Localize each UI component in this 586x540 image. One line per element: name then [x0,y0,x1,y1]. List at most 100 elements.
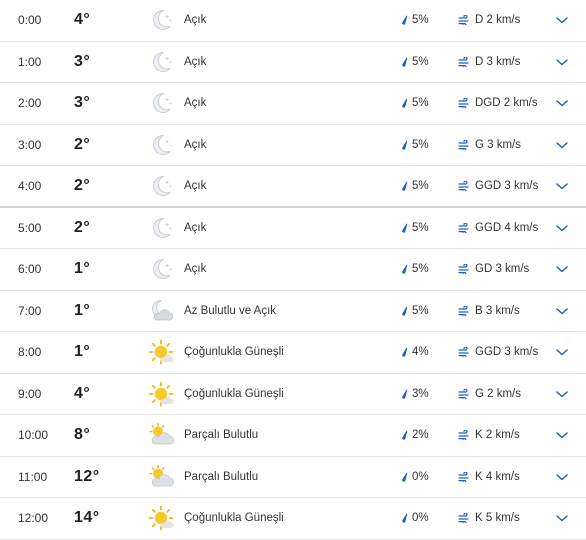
hour-label: 8:00 [18,345,42,360]
precipitation: 2% [401,429,429,441]
forecast-row[interactable]: 3:00 2° Açık 5% G 3 km/s [0,125,586,166]
hour-label: 9:00 [18,386,42,401]
chevron-down-icon[interactable] [555,430,569,440]
wind-value: K 2 km/s [475,429,520,442]
wind-icon [458,15,470,26]
chevron-down-icon[interactable] [555,306,569,316]
chevron-down-icon[interactable] [555,57,569,67]
precipitation-value: 5% [412,14,429,27]
temperature: 12° [74,467,100,485]
wind-value: GGD 3 km/s [475,346,539,359]
precipitation-value: 5% [412,138,429,151]
condition-text: Açık [184,97,207,110]
wind-icon [458,471,470,482]
wind-value: GGD 3 km/s [475,179,539,192]
wind-icon [458,139,470,150]
chevron-down-icon[interactable] [555,98,569,108]
wind: D 3 km/s [458,56,520,68]
hour-label: 3:00 [18,137,42,152]
precipitation: 5% [401,222,429,234]
chevron-down-icon[interactable] [555,15,569,25]
chevron-down-icon[interactable] [555,513,569,523]
temperature: 1° [74,260,91,278]
raindrop-icon [401,223,408,233]
wind-value: GGD 4 km/s [475,221,539,234]
condition-text: Az Bulutlu ve Açık [184,304,277,317]
sun-cloud-icon [147,421,175,449]
precipitation: 5% [401,14,429,26]
precipitation-value: 5% [412,97,429,110]
moon-cloud-icon [147,297,175,325]
precipitation: 5% [401,263,429,275]
raindrop-icon [401,513,408,523]
precipitation-value: 5% [412,179,429,192]
raindrop-icon [401,264,408,274]
wind-icon [458,264,470,275]
forecast-row[interactable]: 10:00 8° Parçalı Bulutlu 2% K 2 km/s [0,415,586,457]
forecast-row[interactable]: 8:00 1° Çoğunlukla Güneşli 4% GGD 3 km/s [0,332,586,374]
chevron-down-icon[interactable] [555,264,569,274]
hour-label: 5:00 [18,220,42,235]
wind-icon [458,98,470,109]
precipitation-value: 2% [412,429,429,442]
moon-clear-icon [147,48,175,76]
sun-icon [147,338,175,366]
hour-label: 12:00 [18,511,49,526]
chevron-down-icon[interactable] [555,389,569,399]
precipitation: 0% [401,471,429,483]
chevron-down-icon[interactable] [555,223,569,233]
wind-icon [458,180,470,191]
condition-text: Çoğunlukla Güneşli [184,346,284,359]
moon-clear-icon [147,89,175,117]
precipitation-value: 5% [412,221,429,234]
hour-label: 11:00 [18,469,48,484]
condition-text: Açık [184,263,207,276]
chevron-down-icon[interactable] [555,347,569,357]
wind: G 2 km/s [458,388,521,400]
sun-icon [147,380,175,408]
precipitation-value: 5% [412,263,429,276]
temperature: 4° [74,11,91,29]
temperature: 1° [74,301,91,319]
chevron-down-icon[interactable] [555,472,569,482]
wind: B 3 km/s [458,305,520,317]
forecast-row[interactable]: 1:00 3° Açık 5% D 3 km/s [0,42,586,83]
forecast-row[interactable]: 4:00 2° Açık 5% GGD 3 km/s [0,166,586,208]
precipitation: 5% [401,180,429,192]
chevron-down-icon[interactable] [555,140,569,150]
chevron-down-icon[interactable] [555,181,569,191]
raindrop-icon [401,472,408,482]
forecast-row[interactable]: 2:00 3° Açık 5% DGD 2 km/s [0,83,586,125]
wind-value: K 5 km/s [475,512,520,525]
forecast-row[interactable]: 11:00 12° Parçalı Bulutlu 0% K 4 km/s [0,457,586,498]
forecast-row[interactable]: 6:00 1° Açık 5% GD 3 km/s [0,249,586,291]
hour-label: 10:00 [18,428,49,443]
forecast-row[interactable]: 5:00 2° Açık 5% GGD 4 km/s [0,208,586,249]
precipitation-value: 5% [412,304,429,317]
wind: GD 3 km/s [458,263,529,275]
condition-text: Açık [184,179,207,192]
raindrop-icon [401,98,408,108]
wind-icon [458,347,470,358]
forecast-row[interactable]: 7:00 1° Az Bulutlu ve Açık 5% B 3 km/s [0,291,586,332]
condition-text: Parçalı Bulutlu [184,470,259,483]
wind: GGD 4 km/s [458,222,538,234]
forecast-row[interactable]: 0:00 4° Açık 5% D 2 km/s [0,0,586,42]
temperature: 4° [74,384,91,402]
condition-text: Açık [184,55,207,68]
forecast-row[interactable]: 12:00 14° Çoğunlukla Güneşli 0% K 5 km/s [0,498,586,540]
wind-icon [458,305,470,316]
precipitation: 5% [401,97,429,109]
wind: K 2 km/s [458,429,520,441]
temperature: 2° [74,135,91,153]
forecast-row[interactable]: 9:00 4° Çoğunlukla Güneşli 3% G 2 km/s [0,374,586,415]
wind-icon [458,388,470,399]
wind-value: K 4 km/s [475,470,520,483]
raindrop-icon [401,347,408,357]
temperature: 1° [74,343,91,361]
precipitation: 5% [401,56,429,68]
condition-text: Açık [184,14,207,27]
wind-icon [458,513,470,524]
precipitation: 3% [401,388,429,400]
temperature: 2° [74,218,91,236]
